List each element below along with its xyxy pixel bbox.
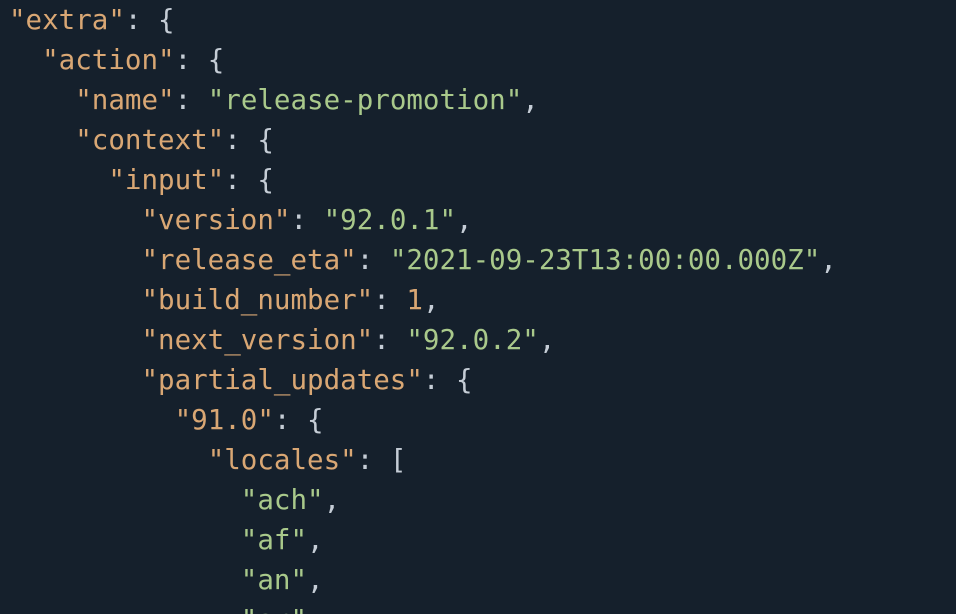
json-string: "92.0.1"	[323, 204, 457, 236]
code-line: "name": "release-promotion",	[9, 80, 837, 120]
json-punctuation: : {	[124, 4, 175, 36]
json-punctuation: :	[356, 244, 390, 276]
code-line: "build_number": 1,	[9, 280, 837, 320]
json-punctuation: :	[174, 84, 208, 116]
json-key: "release_eta"	[141, 244, 357, 276]
json-punctuation: :	[373, 284, 407, 316]
json-punctuation: : {	[224, 164, 274, 196]
code-line: "input": {	[9, 160, 837, 200]
json-punctuation: : {	[174, 44, 225, 76]
code-line: "next_version": "92.0.2",	[9, 320, 837, 360]
json-key: "extra"	[9, 4, 125, 36]
code-line: "partial_updates": {	[9, 360, 837, 400]
json-punctuation: ,	[307, 604, 324, 614]
code-line: "release_eta": "2021-09-23T13:00:00.000Z…	[9, 240, 837, 280]
code-line: "locales": [	[9, 440, 837, 480]
json-punctuation: ,	[323, 484, 341, 516]
json-key: "input"	[108, 164, 225, 196]
json-punctuation: ,	[422, 284, 440, 316]
json-key: "action"	[42, 44, 175, 76]
json-string: "ach"	[240, 484, 324, 516]
json-string: "release-promotion"	[207, 84, 523, 116]
code-line: "action": {	[9, 40, 837, 80]
json-key: "version"	[141, 204, 291, 236]
json-key: "name"	[75, 84, 175, 116]
code-line: "af",	[9, 520, 837, 560]
json-punctuation: : {	[422, 364, 473, 396]
json-number: 1	[406, 284, 423, 316]
json-key: "locales"	[207, 444, 357, 476]
json-punctuation: : [	[356, 444, 407, 476]
json-punctuation: :	[373, 324, 407, 356]
code-line: "extra": {	[9, 0, 837, 40]
code-line: "91.0": {	[9, 400, 837, 440]
json-punctuation: ,	[820, 244, 837, 276]
json-key: "build_number"	[141, 284, 374, 316]
json-punctuation: : {	[273, 404, 324, 436]
json-punctuation: ,	[456, 204, 473, 236]
json-punctuation: ,	[307, 524, 324, 556]
json-punctuation: ,	[522, 84, 539, 116]
json-string: "af"	[240, 524, 308, 556]
json-punctuation: ,	[307, 564, 324, 596]
code-lines: "extra": { "action": { "name": "release-…	[9, 0, 837, 614]
code-line: "ar",	[9, 600, 837, 614]
json-string: "2021-09-23T13:00:00.000Z"	[389, 244, 821, 276]
json-punctuation: :	[290, 204, 324, 236]
code-line: "context": {	[9, 120, 837, 160]
json-key: "91.0"	[174, 404, 274, 436]
json-string: "92.0.2"	[406, 324, 539, 356]
json-key: "partial_updates"	[141, 364, 423, 396]
json-key: "next_version"	[141, 324, 374, 356]
json-key: "context"	[75, 124, 225, 156]
json-punctuation: ,	[538, 324, 556, 356]
code-line: "version": "92.0.1",	[9, 200, 837, 240]
code-viewer: "extra": { "action": { "name": "release-…	[0, 0, 956, 614]
json-string: "ar"	[241, 604, 307, 614]
code-line: "an",	[9, 560, 837, 600]
json-string: "an"	[240, 564, 308, 596]
json-punctuation: : {	[224, 124, 274, 156]
code-line: "ach",	[9, 480, 837, 520]
